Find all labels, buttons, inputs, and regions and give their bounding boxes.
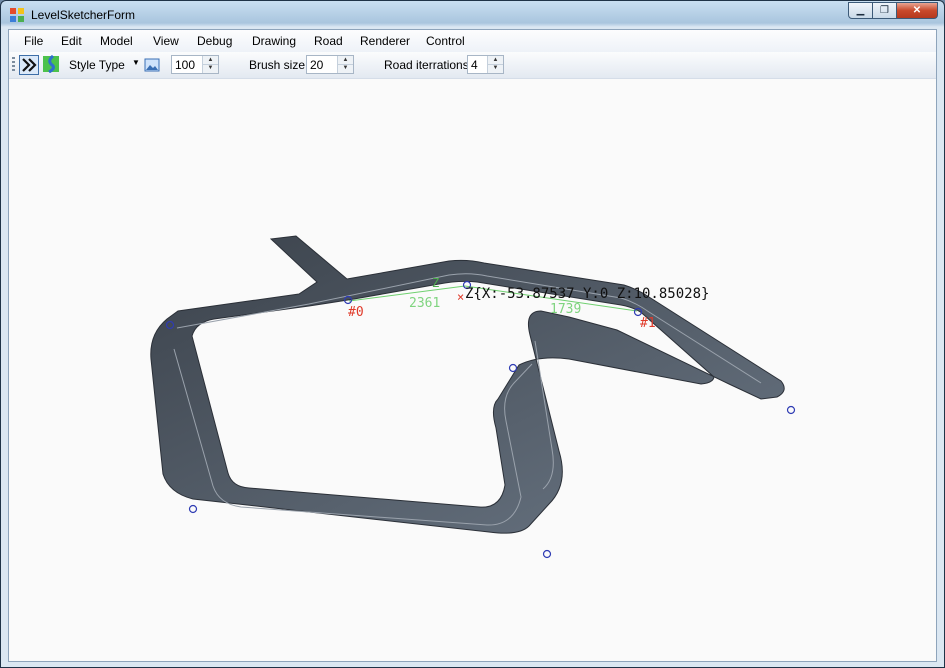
maximize-button[interactable]: ❐ (872, 2, 897, 19)
road-canvas[interactable]: #0 #1 2361 1739 Z × Z{X:-53.87537 Y:0 Z:… (9, 79, 936, 661)
menu-road[interactable]: Road (314, 34, 343, 48)
control-point[interactable] (542, 549, 552, 559)
iterations-down-icon[interactable]: ▼ (488, 64, 503, 72)
client-area: File Edit Model View Debug Drawing Road … (8, 29, 937, 662)
title-bar[interactable]: LevelSketcherForm ▁ ❐ ✕ (1, 1, 944, 29)
style-type-dropdown[interactable]: Style Type (69, 58, 125, 72)
control-point[interactable] (786, 405, 796, 415)
road-surface (150, 235, 785, 534)
restore-icon: ❐ (880, 5, 889, 16)
distance-label-a: 2361 (409, 296, 440, 311)
point-label-0: #0 (348, 305, 364, 320)
minimize-button[interactable]: ▁ (848, 2, 873, 19)
application-window: LevelSketcherForm ▁ ❐ ✕ File Edit Model … (0, 0, 945, 668)
road-iterations-spinner[interactable]: 4 ▲ ▼ (467, 55, 504, 74)
distance-label-b: 1739 (550, 302, 581, 317)
zoom-value[interactable]: 100 (175, 58, 195, 72)
picture-icon (144, 58, 160, 72)
menu-view[interactable]: View (153, 34, 179, 48)
terrain-tool-button[interactable] (42, 54, 62, 75)
close-icon: ✕ (912, 5, 922, 16)
menu-drawing[interactable]: Drawing (252, 34, 296, 48)
minimize-icon: ▁ (856, 5, 865, 16)
road-iterations-value[interactable]: 4 (471, 58, 478, 72)
road-tool-button[interactable] (19, 55, 39, 75)
cursor-marker-icon: × (457, 290, 464, 304)
coordinate-readout: Z{X:-53.87537 Y:0 Z:10.85028} (465, 286, 709, 302)
style-type-dropdown-arrow-icon[interactable]: ▼ (132, 58, 140, 67)
point-label-1: #1 (640, 316, 656, 331)
close-button[interactable]: ✕ (896, 2, 938, 19)
menu-model[interactable]: Model (100, 34, 133, 48)
control-point[interactable] (508, 363, 518, 373)
sketch-viewport[interactable]: #0 #1 2361 1739 Z × Z{X:-53.87537 Y:0 Z:… (9, 79, 936, 661)
control-point[interactable] (188, 504, 198, 514)
menu-renderer[interactable]: Renderer (360, 34, 410, 48)
toolbar-grip-icon[interactable] (12, 57, 15, 73)
menu-file[interactable]: File (24, 34, 43, 48)
window-title: LevelSketcherForm (31, 8, 136, 22)
menu-edit[interactable]: Edit (61, 34, 82, 48)
menu-bar: File Edit Model View Debug Drawing Road … (9, 30, 936, 52)
brush-size-spinner[interactable]: 20 ▲ ▼ (306, 55, 354, 74)
terrain-tool-icon (43, 54, 59, 74)
road-tool-icon (22, 58, 37, 72)
menu-debug[interactable]: Debug (197, 34, 232, 48)
toolbar: Style Type ▼ 100 ▲ ▼ Brush size 20 ▲ ▼ Roa… (9, 52, 936, 79)
zoom-spinner[interactable]: 100 ▲ ▼ (171, 55, 219, 74)
axis-label: Z (432, 276, 439, 290)
brush-down-icon[interactable]: ▼ (338, 64, 353, 72)
brush-size-value[interactable]: 20 (310, 58, 323, 72)
road-iterations-label: Road iterrations (384, 58, 469, 72)
zoom-down-icon[interactable]: ▼ (203, 64, 218, 72)
app-icon (10, 8, 24, 22)
menu-control[interactable]: Control (426, 34, 465, 48)
image-button[interactable] (144, 57, 162, 75)
brush-size-label: Brush size (249, 58, 306, 72)
